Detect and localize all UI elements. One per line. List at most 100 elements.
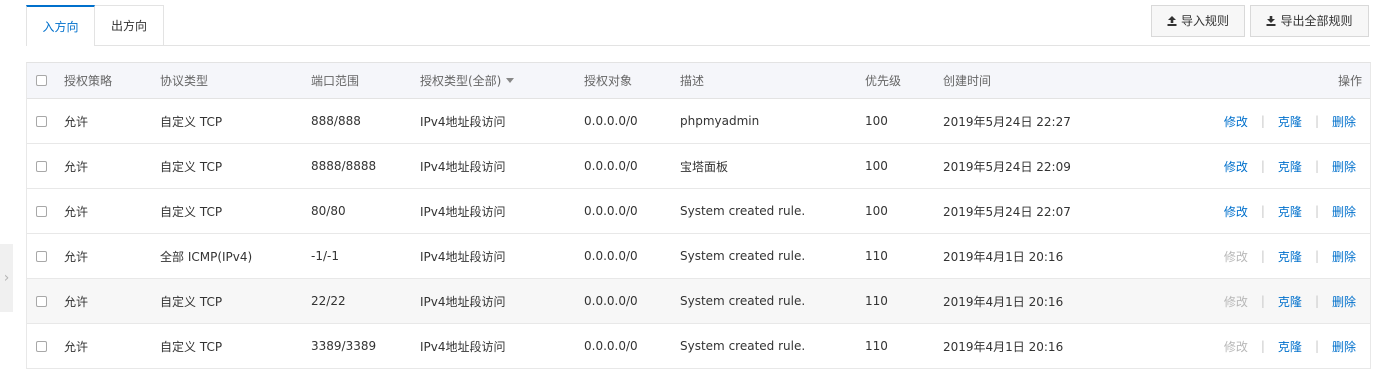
cell-protocol: 自定义 TCP: [160, 294, 223, 309]
cell-policy: 允许: [64, 294, 89, 309]
clone-link[interactable]: 克隆: [1278, 203, 1302, 220]
edit-link: 修改: [1223, 294, 1248, 309]
tab-inbound[interactable]: 入方向: [26, 5, 95, 46]
edit-link[interactable]: 修改: [1224, 113, 1248, 130]
cell-created: 2019年4月1日 20:16: [943, 294, 1064, 309]
cell-priority: 110: [865, 294, 888, 308]
action-separator: |: [1314, 294, 1319, 308]
cell-protocol: 自定义 TCP: [160, 159, 223, 174]
cell-created: 2019年4月1日 20:16: [943, 249, 1064, 264]
row-actions: 修改 | 克隆 | 删除: [1224, 99, 1356, 143]
cell-description: phpmyadmin: [680, 114, 760, 128]
cell-created: 2019年5月24日 22:27: [943, 114, 1071, 129]
cell-auth-type: IPv4地址段访问: [420, 294, 506, 309]
cell-target: 0.0.0.0/0: [584, 339, 638, 353]
select-all-checkbox[interactable]: [36, 75, 47, 86]
cell-description: System created rule.: [680, 249, 806, 263]
import-rules-label: 导入规则: [1180, 14, 1229, 28]
cell-description: System created rule.: [680, 339, 806, 353]
table-row: 允许 自定义 TCP 3389/3389 IPv4地址段访问 0.0.0.0/0 Syst…: [27, 324, 1370, 369]
cell-target: 0.0.0.0/0: [584, 294, 638, 308]
cell-auth-type: IPv4地址段访问: [420, 249, 506, 264]
row-checkbox[interactable]: [36, 340, 47, 352]
cell-target: 0.0.0.0/0: [584, 204, 638, 218]
cell-priority: 100: [865, 204, 888, 218]
action-separator: |: [1314, 204, 1319, 218]
sidebar-toggle-handle[interactable]: ›: [0, 244, 13, 312]
row-checkbox[interactable]: [36, 160, 47, 172]
cell-created: 2019年5月24日 22:09: [943, 159, 1071, 174]
security-rules-table: 授权策略 协议类型 端口范围 授权类型(全部) 授权对象 描述 优先级 创建时间…: [26, 62, 1371, 369]
header-description: 描述: [680, 74, 705, 88]
delete-link[interactable]: 删除: [1332, 248, 1356, 265]
edit-link: 修改: [1223, 249, 1248, 264]
header-protocol: 协议类型: [160, 74, 209, 88]
clone-link[interactable]: 克隆: [1278, 113, 1302, 130]
edit-link[interactable]: 修改: [1224, 158, 1248, 175]
clone-link[interactable]: 克隆: [1278, 248, 1302, 265]
delete-link[interactable]: 删除: [1332, 113, 1356, 130]
row-checkbox-cell: [36, 279, 47, 323]
action-separator: |: [1260, 339, 1265, 353]
row-actions: 修改 | 克隆 | 删除: [1224, 279, 1356, 323]
cell-description: System created rule.: [680, 294, 806, 308]
action-separator: |: [1314, 249, 1319, 263]
table-row: 允许 自定义 TCP 22/22 IPv4地址段访问 0.0.0.0/0 System c…: [27, 279, 1370, 324]
upload-icon: [1167, 16, 1177, 26]
action-separator: |: [1260, 294, 1265, 308]
delete-link[interactable]: 删除: [1332, 203, 1356, 220]
cell-target: 0.0.0.0/0: [584, 249, 638, 263]
delete-link[interactable]: 删除: [1332, 338, 1356, 355]
caret-down-icon: [506, 78, 515, 83]
cell-policy: 允许: [64, 114, 89, 129]
cell-protocol: 自定义 TCP: [160, 114, 223, 129]
action-separator: |: [1260, 249, 1265, 263]
header-policy: 授权策略: [64, 74, 113, 88]
clone-link[interactable]: 克隆: [1278, 338, 1302, 355]
chevron-right-icon: ›: [3, 270, 10, 286]
cell-policy: 允许: [64, 204, 89, 219]
row-checkbox[interactable]: [36, 295, 47, 307]
cell-created: 2019年5月24日 22:07: [943, 204, 1071, 219]
action-separator: |: [1260, 204, 1265, 218]
cell-protocol: 自定义 TCP: [160, 204, 223, 219]
cell-auth-type: IPv4地址段访问: [420, 204, 506, 219]
select-all-checkbox-cell: [36, 63, 47, 98]
import-rules-button[interactable]: 导入规则: [1151, 5, 1245, 37]
delete-link[interactable]: 删除: [1332, 158, 1356, 175]
header-auth-type-filter[interactable]: 授权类型(全部): [420, 63, 515, 98]
clone-link[interactable]: 克隆: [1278, 158, 1302, 175]
header-auth-type: 授权类型(全部): [420, 74, 502, 88]
cell-priority: 100: [865, 114, 888, 128]
cell-policy: 允许: [64, 249, 89, 264]
row-actions: 修改 | 克隆 | 删除: [1224, 144, 1356, 188]
cell-protocol: 全部 ICMP(IPv4): [160, 249, 253, 264]
cell-port: 8888/8888: [311, 159, 377, 173]
cell-policy: 允许: [64, 159, 89, 174]
row-checkbox[interactable]: [36, 115, 47, 127]
tab-outbound[interactable]: 出方向: [95, 5, 164, 45]
clone-link[interactable]: 克隆: [1278, 293, 1302, 310]
header-target: 授权对象: [584, 74, 633, 88]
row-checkbox[interactable]: [36, 205, 47, 217]
header-created: 创建时间: [943, 74, 992, 88]
cell-priority: 100: [865, 159, 888, 173]
row-actions: 修改 | 克隆 | 删除: [1224, 324, 1356, 368]
edit-link[interactable]: 修改: [1224, 203, 1248, 220]
export-all-rules-label: 导出全部规则: [1280, 14, 1353, 28]
action-separator: |: [1260, 159, 1265, 173]
table-header: 授权策略 协议类型 端口范围 授权类型(全部) 授权对象 描述 优先级 创建时间…: [27, 63, 1370, 99]
cell-auth-type: IPv4地址段访问: [420, 339, 506, 354]
header-actions: 操作: [1337, 74, 1362, 88]
delete-link[interactable]: 删除: [1332, 293, 1356, 310]
row-checkbox[interactable]: [36, 250, 47, 262]
action-separator: |: [1260, 114, 1265, 128]
row-actions: 修改 | 克隆 | 删除: [1224, 189, 1356, 233]
export-all-rules-button[interactable]: 导出全部规则: [1250, 5, 1369, 37]
cell-port: 888/888: [311, 114, 361, 128]
cell-description: 宝塔面板: [680, 159, 729, 174]
header-priority: 优先级: [865, 74, 902, 88]
cell-created: 2019年4月1日 20:16: [943, 339, 1064, 354]
cell-port: 80/80: [311, 204, 346, 218]
table-row: 允许 自定义 TCP 8888/8888 IPv4地址段访问 0.0.0.0/0 宝塔面板…: [27, 144, 1370, 189]
